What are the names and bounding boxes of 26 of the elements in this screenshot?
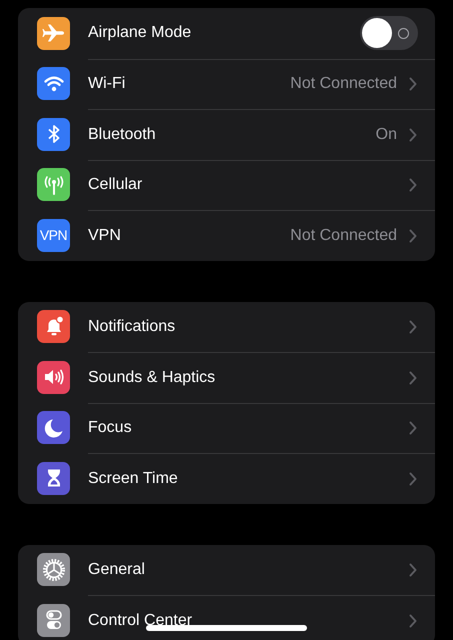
setting-label[interactable]: Control Center	[88, 612, 192, 630]
chevron-icon	[409, 320, 417, 334]
chevron-icon	[409, 421, 417, 436]
chevron-icon	[409, 614, 417, 628]
toggle-switch[interactable]	[360, 16, 418, 50]
setting-label[interactable]: Bluetooth	[88, 126, 156, 144]
chevron-icon	[409, 178, 417, 192]
vpn-icon: VPN	[37, 218, 70, 252]
setting-label[interactable]: Focus	[88, 419, 132, 438]
setting-label[interactable]: Airplane Mode	[88, 24, 192, 42]
setting-value: On	[376, 126, 397, 144]
setting-label[interactable]: Sounds & Haptics	[88, 368, 216, 387]
chevron-icon	[409, 562, 417, 577]
setting-label[interactable]: Cellular	[88, 176, 142, 194]
setting-value: Not Connected	[290, 226, 397, 245]
chevron-icon	[409, 77, 417, 92]
chevron-icon	[409, 472, 417, 486]
chevron-icon	[409, 370, 417, 385]
setting-label[interactable]: Wi-Fi	[88, 75, 126, 94]
chevron-icon	[409, 128, 417, 142]
setting-label[interactable]: VPN	[88, 226, 121, 245]
setting-label[interactable]: General	[88, 560, 145, 579]
setting-label[interactable]: Notifications	[88, 318, 176, 336]
setting-label[interactable]: Screen Time	[88, 470, 178, 488]
chevron-icon	[409, 228, 417, 243]
setting-value: Not Connected	[290, 75, 397, 94]
